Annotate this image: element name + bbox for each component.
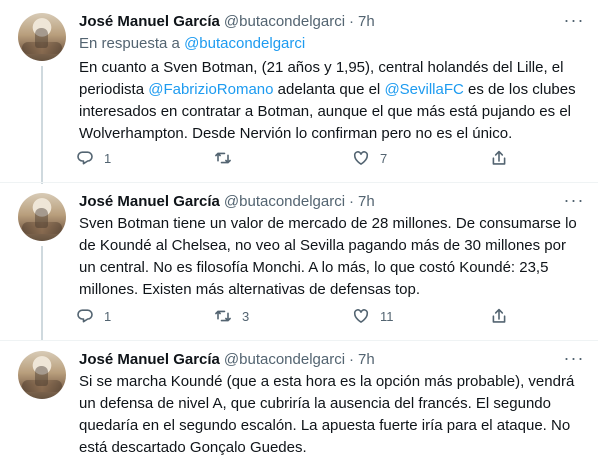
tweet-text: Sven Botman tiene un valor de mercado de… xyxy=(79,215,577,298)
timestamp[interactable]: 7h xyxy=(358,13,375,30)
mention-link[interactable]: @SevillaFC xyxy=(384,81,463,98)
author-name[interactable]: José Manuel García xyxy=(79,351,220,368)
like-button[interactable]: 11 xyxy=(352,307,438,325)
like-button[interactable]: 7 xyxy=(352,149,438,167)
reply-count: 1 xyxy=(104,150,112,166)
retweet-count: 3 xyxy=(242,308,250,324)
author-handle[interactable]: @butacondelgarci xyxy=(224,351,345,368)
like-icon xyxy=(352,149,370,167)
reply-context: En respuesta a @butacondelgarci xyxy=(79,35,305,52)
tweet[interactable]: José Manuel García @butacondelgarci · 7h… xyxy=(0,341,598,461)
tweet-actions: 1 3 11 xyxy=(76,304,514,328)
mention-link[interactable]: @FabrizioRomano xyxy=(148,81,273,98)
separator-dot: · xyxy=(349,192,355,210)
retweet-icon xyxy=(214,307,232,325)
avatar[interactable] xyxy=(18,13,66,61)
avatar[interactable] xyxy=(18,193,66,241)
text-segment: adelanta que el xyxy=(273,81,385,98)
tweet-header: José Manuel García @butacondelgarci · 7h xyxy=(79,190,375,212)
separator-dot: · xyxy=(349,350,355,368)
share-button[interactable] xyxy=(490,149,514,167)
tweet[interactable]: José Manuel García @butacondelgarci · 7h… xyxy=(0,183,598,341)
author-handle[interactable]: @butacondelgarci xyxy=(224,13,345,30)
more-icon[interactable]: ··· xyxy=(560,188,588,212)
author-name[interactable]: José Manuel García xyxy=(79,193,220,210)
thread-line xyxy=(41,246,43,341)
retweet-button[interactable]: 3 xyxy=(214,307,300,325)
reply-icon xyxy=(76,149,94,167)
share-icon xyxy=(490,307,508,325)
author-name[interactable]: José Manuel García xyxy=(79,13,220,30)
tweet-header: José Manuel García @butacondelgarci · 7h xyxy=(79,348,375,370)
separator-dot: · xyxy=(349,12,355,30)
author-handle[interactable]: @butacondelgarci xyxy=(224,193,345,210)
reply-button[interactable]: 1 xyxy=(76,149,162,167)
more-icon[interactable]: ··· xyxy=(560,346,588,370)
reply-icon xyxy=(76,307,94,325)
timestamp[interactable]: 7h xyxy=(358,351,375,368)
reply-handle-link[interactable]: @butacondelgarci xyxy=(184,35,305,52)
thread-line xyxy=(41,66,43,184)
more-icon[interactable]: ··· xyxy=(560,8,588,32)
reply-button[interactable]: 1 xyxy=(76,307,162,325)
reply-prefix: En respuesta a xyxy=(79,35,185,52)
tweet-actions: 1 7 xyxy=(76,146,514,170)
like-count: 7 xyxy=(380,150,388,166)
tweet-text: Si se marcha Koundé (que a esta hora es … xyxy=(79,373,575,456)
share-button[interactable] xyxy=(490,307,514,325)
tweet-header: José Manuel García @butacondelgarci · 7h xyxy=(79,10,375,32)
like-count: 11 xyxy=(380,308,394,324)
like-icon xyxy=(352,307,370,325)
tweet-text: En cuanto a Sven Botman, (21 años y 1,95… xyxy=(79,57,579,145)
tweet[interactable]: José Manuel García @butacondelgarci · 7h… xyxy=(0,0,598,184)
reply-count: 1 xyxy=(104,308,112,324)
avatar[interactable] xyxy=(18,351,66,399)
share-icon xyxy=(490,149,508,167)
retweet-icon xyxy=(214,149,232,167)
timestamp[interactable]: 7h xyxy=(358,193,375,210)
retweet-button[interactable] xyxy=(214,149,300,167)
